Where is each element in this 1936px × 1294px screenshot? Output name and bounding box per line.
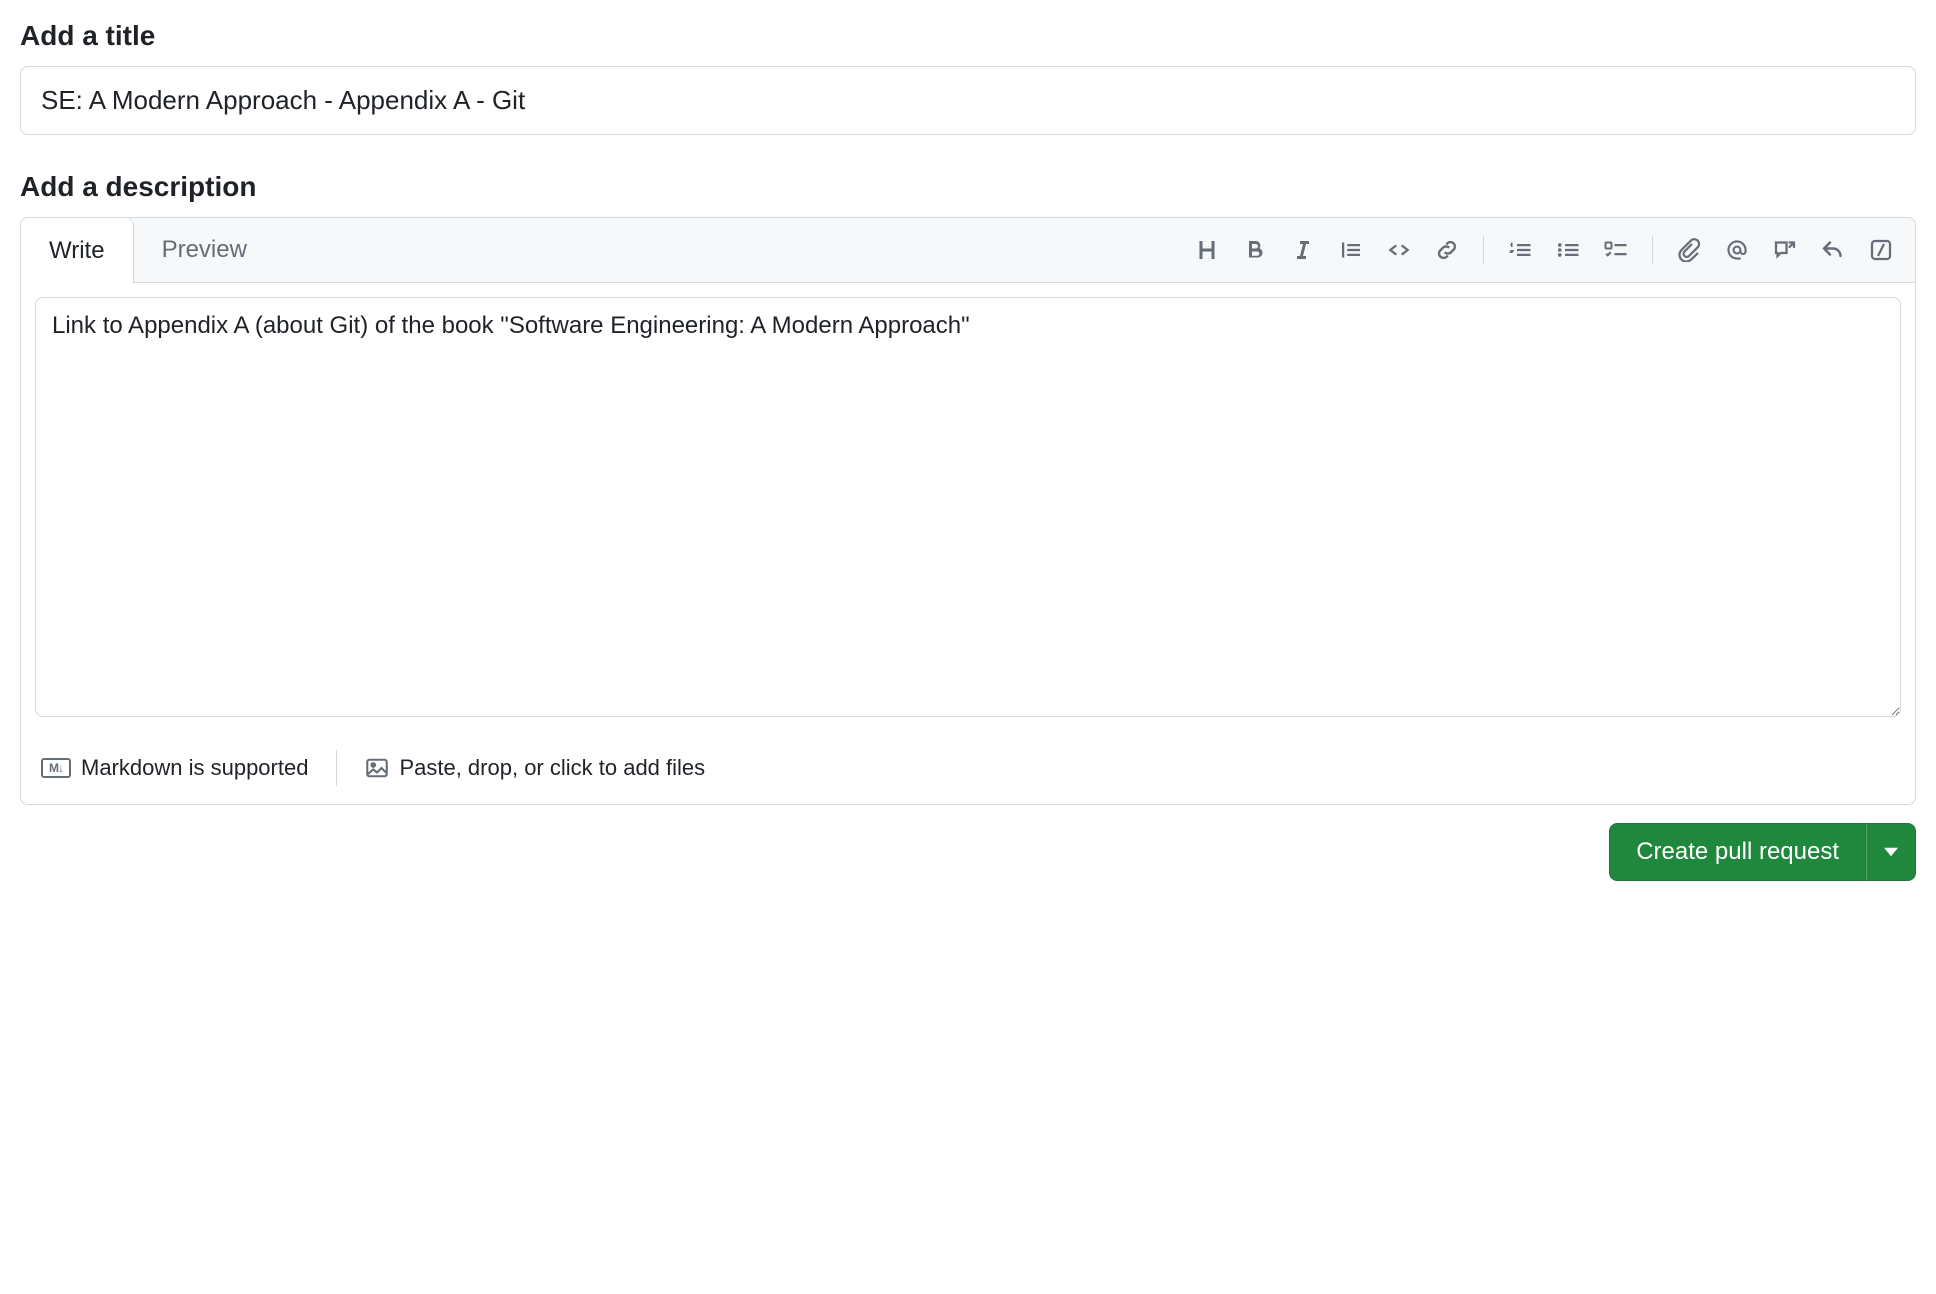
formatting-toolbar bbox=[1185, 228, 1915, 272]
unordered-list-icon bbox=[1556, 238, 1580, 262]
tab-preview[interactable]: Preview bbox=[134, 218, 276, 282]
title-label: Add a title bbox=[20, 20, 1916, 52]
reply-icon bbox=[1821, 238, 1845, 262]
markdown-icon: M↓ bbox=[41, 758, 71, 778]
attach-hint[interactable]: Paste, drop, or click to add files bbox=[365, 755, 705, 781]
textarea-wrap bbox=[21, 283, 1915, 736]
tabs: Write Preview bbox=[21, 218, 276, 282]
description-textarea[interactable] bbox=[35, 297, 1901, 717]
caret-down-icon bbox=[1884, 845, 1898, 859]
task-list-icon bbox=[1604, 238, 1628, 262]
actions-row: Create pull request bbox=[20, 823, 1916, 881]
attach-button[interactable] bbox=[1667, 228, 1711, 272]
paperclip-icon bbox=[1677, 238, 1701, 262]
quote-button[interactable] bbox=[1329, 228, 1373, 272]
slash-icon bbox=[1869, 238, 1893, 262]
heading-icon bbox=[1195, 238, 1219, 262]
tabs-toolbar: Write Preview bbox=[21, 218, 1915, 283]
ordered-list-button[interactable] bbox=[1498, 228, 1542, 272]
mention-button[interactable] bbox=[1715, 228, 1759, 272]
ordered-list-icon bbox=[1508, 238, 1532, 262]
unordered-list-button[interactable] bbox=[1546, 228, 1590, 272]
markdown-hint[interactable]: M↓ Markdown is supported bbox=[41, 755, 308, 781]
markdown-hint-text: Markdown is supported bbox=[81, 755, 308, 781]
description-label: Add a description bbox=[20, 171, 1916, 203]
italic-icon bbox=[1291, 238, 1315, 262]
link-icon bbox=[1435, 238, 1459, 262]
create-pull-request-dropdown[interactable] bbox=[1866, 823, 1916, 881]
hint-divider bbox=[336, 750, 337, 786]
code-icon bbox=[1387, 238, 1411, 262]
reply-button[interactable] bbox=[1811, 228, 1855, 272]
mention-icon bbox=[1725, 238, 1749, 262]
title-input[interactable] bbox=[20, 66, 1916, 135]
code-button[interactable] bbox=[1377, 228, 1421, 272]
bold-icon bbox=[1243, 238, 1267, 262]
toolbar-divider bbox=[1483, 236, 1484, 264]
heading-button[interactable] bbox=[1185, 228, 1229, 272]
description-container: Write Preview bbox=[20, 217, 1916, 805]
tab-write[interactable]: Write bbox=[21, 218, 134, 283]
link-button[interactable] bbox=[1425, 228, 1469, 272]
bold-button[interactable] bbox=[1233, 228, 1277, 272]
italic-button[interactable] bbox=[1281, 228, 1325, 272]
cross-reference-icon bbox=[1773, 238, 1797, 262]
attach-hint-text: Paste, drop, or click to add files bbox=[399, 755, 705, 781]
create-pull-request-button[interactable]: Create pull request bbox=[1609, 823, 1866, 881]
footer-hints: M↓ Markdown is supported Paste, drop, or… bbox=[21, 736, 1915, 804]
quote-icon bbox=[1339, 238, 1363, 262]
slash-commands-button[interactable] bbox=[1859, 228, 1903, 272]
image-icon bbox=[365, 756, 389, 780]
cross-reference-button[interactable] bbox=[1763, 228, 1807, 272]
create-button-group: Create pull request bbox=[1609, 823, 1916, 881]
task-list-button[interactable] bbox=[1594, 228, 1638, 272]
toolbar-divider bbox=[1652, 236, 1653, 264]
